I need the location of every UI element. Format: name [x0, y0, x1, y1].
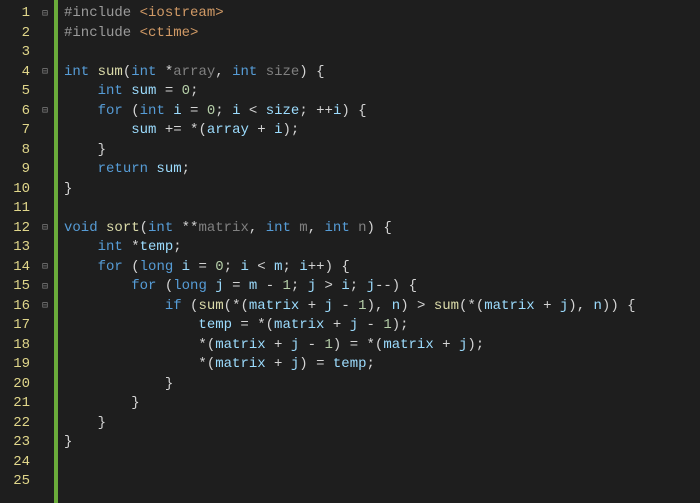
code-line[interactable]: for (long j = m - 1; j > i; j--) {	[64, 277, 636, 297]
code-area[interactable]: #include <iostream>#include <ctime> int s…	[60, 0, 636, 503]
line-number: 2	[4, 24, 30, 44]
change-bar	[54, 0, 58, 503]
fold-toggle-icon[interactable]: ⊟	[36, 258, 54, 278]
code-line[interactable]	[64, 43, 636, 63]
code-line[interactable]: #include <iostream>	[64, 4, 636, 24]
fold-toggle-icon	[36, 160, 54, 180]
code-line[interactable]: int sum(int *array, int size) {	[64, 63, 636, 83]
line-number: 18	[4, 336, 30, 356]
code-line[interactable]: int sum = 0;	[64, 82, 636, 102]
line-number: 17	[4, 316, 30, 336]
line-number: 24	[4, 453, 30, 473]
line-number: 23	[4, 433, 30, 453]
fold-toggle-icon	[36, 355, 54, 375]
fold-toggle-icon[interactable]: ⊟	[36, 4, 54, 24]
code-line[interactable]: return sum;	[64, 160, 636, 180]
fold-toggle-icon	[36, 121, 54, 141]
fold-toggle-icon	[36, 375, 54, 395]
fold-toggle-icon	[36, 453, 54, 473]
fold-toggle-icon	[36, 82, 54, 102]
line-number: 19	[4, 355, 30, 375]
line-number: 7	[4, 121, 30, 141]
code-editor: 1234567891011121314151617181920212223242…	[0, 0, 700, 503]
fold-toggle-icon	[36, 472, 54, 492]
fold-toggle-icon	[36, 24, 54, 44]
line-number: 14	[4, 258, 30, 278]
line-number: 20	[4, 375, 30, 395]
line-number: 8	[4, 141, 30, 161]
fold-toggle-icon	[36, 394, 54, 414]
fold-toggle-icon[interactable]: ⊟	[36, 63, 54, 83]
code-line[interactable]: if (sum(*(matrix + j - 1), n) > sum(*(ma…	[64, 297, 636, 317]
code-line[interactable]: int *temp;	[64, 238, 636, 258]
code-line[interactable]	[64, 453, 636, 473]
line-number: 3	[4, 43, 30, 63]
code-line[interactable]	[64, 472, 636, 492]
code-line[interactable]: }	[64, 375, 636, 395]
line-number: 25	[4, 472, 30, 492]
fold-toggle-icon	[36, 336, 54, 356]
code-line[interactable]: sum += *(array + i);	[64, 121, 636, 141]
fold-toggle-icon	[36, 199, 54, 219]
line-number: 1	[4, 4, 30, 24]
code-line[interactable]: *(matrix + j - 1) = *(matrix + j);	[64, 336, 636, 356]
fold-toggle-icon	[36, 316, 54, 336]
line-number: 22	[4, 414, 30, 434]
fold-toggle-icon	[36, 433, 54, 453]
fold-toggle-icon[interactable]: ⊟	[36, 277, 54, 297]
line-number: 6	[4, 102, 30, 122]
line-number: 21	[4, 394, 30, 414]
code-line[interactable]: #include <ctime>	[64, 24, 636, 44]
code-line[interactable]: }	[64, 394, 636, 414]
code-line[interactable]: }	[64, 141, 636, 161]
fold-toggle-icon[interactable]: ⊟	[36, 297, 54, 317]
code-line[interactable]: for (int i = 0; i < size; ++i) {	[64, 102, 636, 122]
line-number: 12	[4, 219, 30, 239]
code-line[interactable]: *(matrix + j) = temp;	[64, 355, 636, 375]
code-line[interactable]: void sort(int **matrix, int m, int n) {	[64, 219, 636, 239]
fold-toggle-icon[interactable]: ⊟	[36, 102, 54, 122]
code-line[interactable]: temp = *(matrix + j - 1);	[64, 316, 636, 336]
code-line[interactable]: }	[64, 414, 636, 434]
line-number: 15	[4, 277, 30, 297]
fold-toggle-icon	[36, 414, 54, 434]
fold-toggle-icon	[36, 180, 54, 200]
fold-toggle-icon	[36, 43, 54, 63]
line-number: 13	[4, 238, 30, 258]
line-number: 11	[4, 199, 30, 219]
code-line[interactable]: }	[64, 180, 636, 200]
line-number: 10	[4, 180, 30, 200]
code-line[interactable]	[64, 199, 636, 219]
fold-toggle-icon	[36, 141, 54, 161]
fold-column: ⊟⊟⊟⊟⊟⊟⊟	[36, 0, 54, 503]
fold-toggle-icon[interactable]: ⊟	[36, 219, 54, 239]
fold-toggle-icon	[36, 238, 54, 258]
code-line[interactable]: for (long i = 0; i < m; i++) {	[64, 258, 636, 278]
line-number: 5	[4, 82, 30, 102]
line-number: 4	[4, 63, 30, 83]
code-line[interactable]: }	[64, 433, 636, 453]
line-number: 16	[4, 297, 30, 317]
line-number: 9	[4, 160, 30, 180]
line-number-gutter: 1234567891011121314151617181920212223242…	[0, 0, 36, 503]
